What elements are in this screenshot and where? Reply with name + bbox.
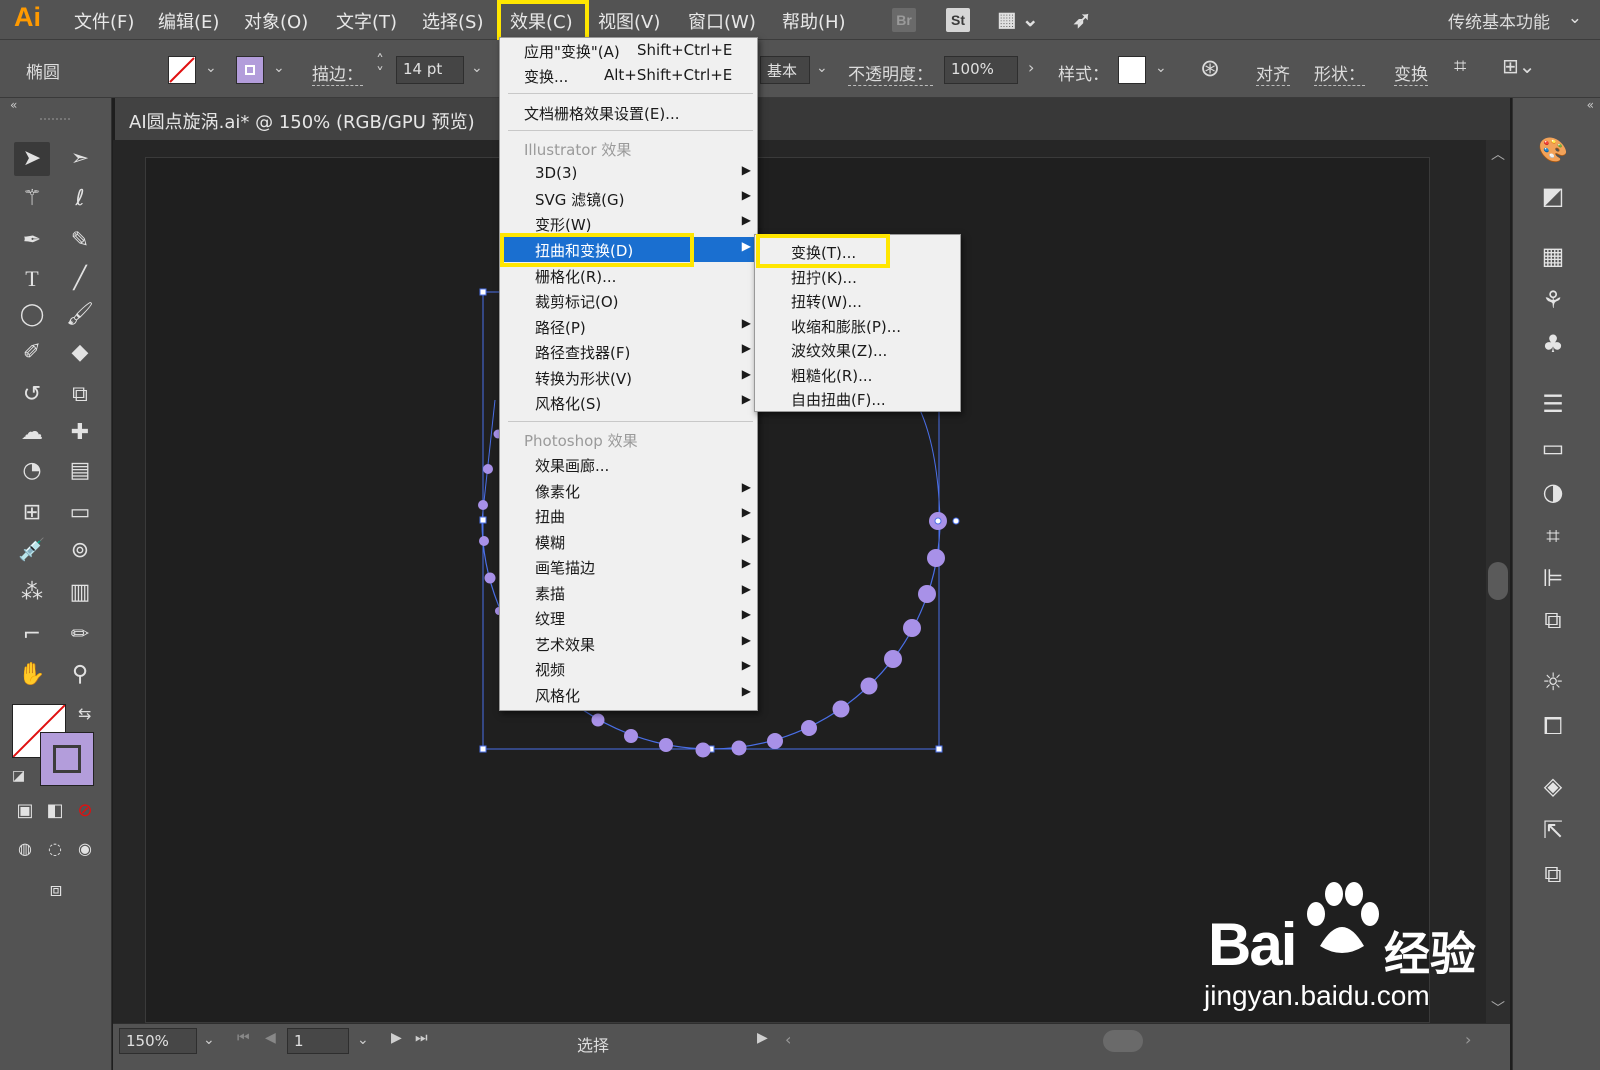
menu-item-effect-gallery[interactable]: 效果画廊... [500, 452, 757, 477]
zoom-level-field[interactable]: 150% [119, 1028, 197, 1054]
menu-item-sketch[interactable]: 素描 ▶ [500, 580, 757, 605]
watermark-url: jingyan.baidu.com [1204, 980, 1430, 1011]
graphic-styles-icon[interactable]: ⧠ [1533, 710, 1573, 742]
watermark-jingyan: 经验 [1384, 927, 1476, 981]
rotation-center-handle[interactable] [952, 517, 960, 525]
next-artboard-icon[interactable]: ▶ [391, 1030, 402, 1046]
previous-artboard-icon[interactable]: ◀ [265, 1030, 276, 1046]
apply-last-effect-item[interactable]: 应用"变换"(A) Shift+Ctrl+E [500, 38, 757, 63]
layers-panel-icon[interactable]: ◈ [1533, 770, 1573, 802]
menu-item-texture[interactable]: 纹理 ▶ [500, 605, 757, 630]
last-effect-item[interactable]: 变换... Alt+Shift+Ctrl+E [500, 63, 757, 88]
highlight-box-distort-item [500, 233, 694, 267]
brushes-panel-icon[interactable]: ⚘ [1533, 284, 1573, 316]
baidu-paw-logo [1307, 882, 1379, 953]
menu-item-svg-filters[interactable]: SVG 滤镜(G) ▶ [500, 186, 757, 211]
color-guide-icon[interactable]: ◩ [1533, 180, 1573, 212]
horizontal-scroll-thumb[interactable] [1103, 1030, 1143, 1052]
submenu-item-pucker-tweak[interactable]: 扭拧(K)... [791, 267, 857, 288]
asset-export-icon[interactable]: ⇱ [1533, 814, 1573, 846]
align-panel-icon[interactable]: ⊫ [1533, 562, 1573, 594]
first-artboard-icon[interactable]: ⏮ [237, 1030, 250, 1046]
menu-item-brush-strokes[interactable]: 画笔描边 ▶ [500, 554, 757, 579]
submenu-item-twist[interactable]: 扭转(W)... [791, 291, 862, 312]
stroke-panel-icon[interactable]: ☰ [1533, 388, 1573, 420]
swatches-panel-icon[interactable]: ▦ [1533, 240, 1573, 272]
pathfinder-panel-icon[interactable]: ⧉ [1533, 604, 1573, 636]
highlight-box-transform-item [756, 234, 890, 268]
menu-item-3d[interactable]: 3D(3) ▶ [500, 161, 757, 186]
menu-separator [508, 93, 753, 94]
center-point-handle[interactable] [934, 517, 942, 525]
menu-item-stylize-illustrator[interactable]: 风格化(S) ▶ [500, 390, 757, 415]
watermark-brand: Bai [1208, 911, 1297, 978]
artboard-caret[interactable]: ⌄ [357, 1032, 369, 1048]
menu-item-path[interactable]: 路径(P) ▶ [500, 314, 757, 339]
appearance-panel-icon[interactable]: ☼ [1533, 666, 1573, 698]
scroll-right-icon[interactable]: › [1465, 1030, 1471, 1049]
status-bar: 150% ⌄ ⏮ ◀ 1 ⌄ ▶ ⏭ 选择 ▶ ‹ › [113, 1023, 1510, 1070]
submenu-item-free-distort[interactable]: 自由扭曲(F)... [791, 389, 886, 410]
menu-item-convert-to-shape[interactable]: 转换为形状(V) ▶ [500, 365, 757, 390]
menu-item-artistic[interactable]: 艺术效果 ▶ [500, 631, 757, 656]
transform-panel-icon[interactable]: ⌗ [1533, 520, 1573, 552]
scroll-left-icon[interactable]: ‹ [785, 1030, 791, 1049]
menu-item-blur[interactable]: 模糊 ▶ [500, 529, 757, 554]
raster-effects-settings-item[interactable]: 文档栅格效果设置(E)... [500, 100, 757, 125]
zoom-caret[interactable]: ⌄ [203, 1032, 215, 1048]
illustrator-effects-header: Illustrator 效果 [524, 141, 632, 159]
color-panel-icon[interactable]: 🎨 [1533, 134, 1573, 166]
menu-item-distort[interactable]: 扭曲 ▶ [500, 503, 757, 528]
menu-item-video[interactable]: 视频 ▶ [500, 656, 757, 681]
submenu-item-zig-zag[interactable]: 波纹效果(Z)... [791, 340, 887, 361]
last-artboard-icon[interactable]: ⏭ [415, 1030, 428, 1046]
baidu-watermark: Bai 经验 jingyan.baidu.com [1200, 880, 1490, 1020]
menu-item-crop-marks[interactable]: 裁剪标记(O) [500, 288, 757, 313]
menu-separator [508, 130, 753, 131]
menu-item-stylize-photoshop[interactable]: 风格化 ▶ [500, 682, 757, 707]
gradient-panel-icon[interactable]: ▭ [1533, 432, 1573, 464]
photoshop-effects-header: Photoshop 效果 [524, 432, 638, 450]
menu-item-pixelate[interactable]: 像素化 ▶ [500, 478, 757, 503]
artboard-number-field[interactable]: 1 [287, 1028, 349, 1054]
submenu-item-pucker-bloat[interactable]: 收缩和膨胀(P)... [791, 316, 901, 337]
transparency-panel-icon[interactable]: ◑ [1533, 476, 1573, 508]
expand-panels-icon[interactable]: « [1587, 98, 1594, 112]
submenu-item-roughen[interactable]: 粗糙化(R)... [791, 365, 872, 386]
panel-dock: « 🎨 ◩ ▦ ⚘ ♣ ☰ ▭ ◑ ⌗ ⊫ ⧉ ☼ ⧠ ◈ ⇱ ⧉ [1512, 98, 1600, 1070]
current-tool-label: 选择 [577, 1036, 610, 1055]
status-menu-icon[interactable]: ▶ [757, 1030, 768, 1046]
ellipse-path-right [919, 409, 941, 521]
artboards-panel-icon[interactable]: ⧉ [1533, 858, 1573, 890]
effect-menu-dropdown: 应用"变换"(A) Shift+Ctrl+E 变换... Alt+Shift+Ctr… [499, 37, 758, 711]
menu-item-pathfinder[interactable]: 路径查找器(F) ▶ [500, 339, 757, 364]
symbols-panel-icon[interactable]: ♣ [1533, 328, 1573, 360]
menu-separator [508, 421, 753, 422]
